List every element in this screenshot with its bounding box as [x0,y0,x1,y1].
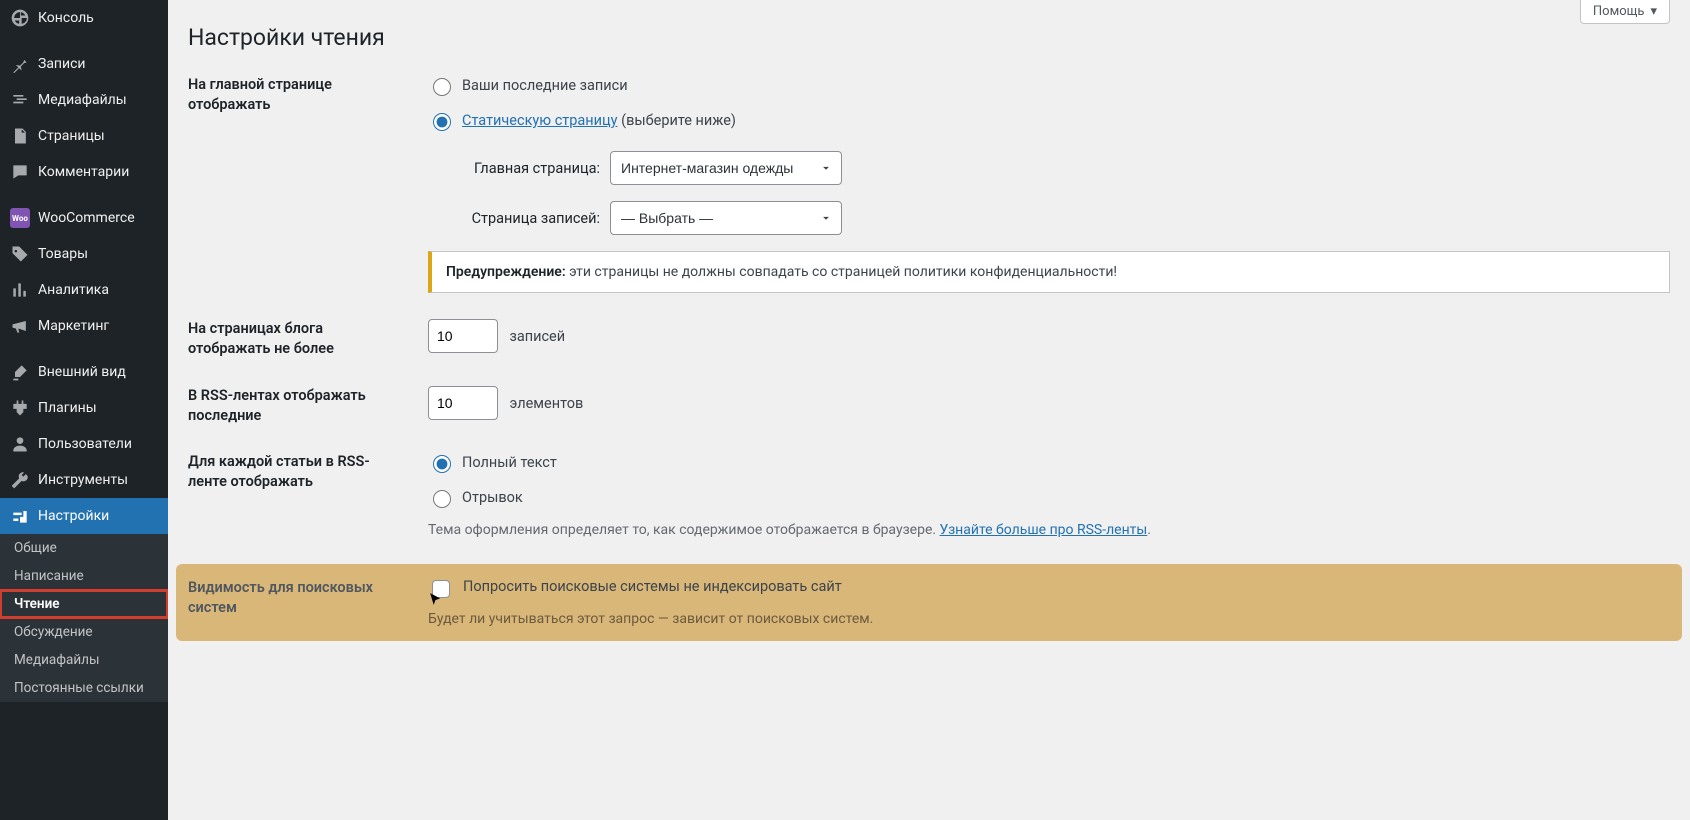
posts-per-page-suffix: записей [509,328,565,345]
submenu-permalinks[interactable]: Постоянные ссылки [0,674,168,702]
posts-page-select-label: Страница записей: [450,210,610,227]
user-icon [10,434,30,454]
sidebar-item-media[interactable]: Медиафайлы [0,82,168,118]
row-blog-pages: На страницах блога отображать не более з… [188,319,1670,360]
sidebar-label: Товары [38,246,88,262]
media-icon [10,90,30,110]
radio-latest-posts-input[interactable] [433,78,451,96]
main-content: Помощь ▾ Настройки чтения На главной стр… [168,0,1690,820]
sidebar-label: Плагины [38,400,97,416]
help-tab[interactable]: Помощь ▾ [1580,0,1670,24]
sidebar-label: WooCommerce [38,210,135,226]
sidebar-label: Аналитика [38,282,109,298]
sidebar-item-comments[interactable]: Комментарии [0,154,168,190]
row-front-page: На главной странице отображать Ваши посл… [188,75,1670,293]
submenu-reading[interactable]: Чтение [0,590,168,618]
submenu-discussion[interactable]: Обсуждение [0,618,168,646]
warning-text: эти страницы не должны совпадать со стра… [566,264,1117,280]
sidebar-item-marketing[interactable]: Маркетинг [0,308,168,344]
radio-excerpt[interactable]: Отрывок [428,487,1670,508]
search-visibility-text: Попросить поисковые системы не индексиро… [463,578,842,595]
sidebar-item-appearance[interactable]: Внешний вид [0,354,168,390]
radio-full-text[interactable]: Полный текст [428,452,1670,473]
sidebar-item-settings[interactable]: Настройки [0,498,168,534]
rss-desc-suffix: . [1147,522,1151,538]
sidebar-item-woocommerce[interactable]: Woo WooCommerce [0,200,168,236]
radio-excerpt-input[interactable] [433,490,451,508]
warning-strong: Предупреждение: [446,264,566,280]
privacy-warning-notice: Предупреждение: эти страницы не должны с… [428,251,1670,293]
rss-items-heading: В RSS-лентах отображать последние [188,386,428,427]
homepage-select[interactable]: Интернет-магазин одежды [610,151,842,185]
homepage-select-label: Главная страница: [450,160,610,177]
search-visibility-desc: Будет ли учитываться этот запрос — завис… [428,611,1670,627]
radio-static-page-paren: (выберите ниже) [621,112,736,129]
sidebar-item-users[interactable]: Пользователи [0,426,168,462]
radio-full-text-input[interactable] [433,455,451,473]
submenu-general[interactable]: Общие [0,534,168,562]
plugin-icon [10,398,30,418]
search-visibility-heading: Видимость для поисковых систем [188,578,428,619]
sidebar-label: Комментарии [38,164,129,180]
posts-page-select[interactable]: — Выбрать — [610,201,842,235]
sidebar-item-plugins[interactable]: Плагины [0,390,168,426]
radio-static-page-input[interactable] [433,113,451,131]
sidebar-item-analytics[interactable]: Аналитика [0,272,168,308]
rss-desc-link[interactable]: Узнайте больше про RSS-ленты [940,522,1148,538]
submenu-media[interactable]: Медиафайлы [0,646,168,674]
comment-icon [10,162,30,182]
sidebar-label: Страницы [38,128,105,144]
rss-items-suffix: элементов [509,395,583,412]
radio-latest-posts[interactable]: Ваши последние записи [428,75,1670,96]
sidebar-label: Инструменты [38,472,128,488]
woo-icon: Woo [10,208,30,228]
rss-desc-prefix: Тема оформления определяет то, как содер… [428,522,940,538]
sidebar-label: Настройки [38,508,109,524]
row-rss-content: Для каждой статьи в RSS-ленте отображать… [188,452,1670,538]
row-rss-items: В RSS-лентах отображать последние элемен… [188,386,1670,427]
blog-pages-heading: На страницах блога отображать не более [188,319,428,360]
rss-content-desc: Тема оформления определяет то, как содер… [428,522,1670,538]
sidebar-item-posts[interactable]: Записи [0,46,168,82]
sidebar-label: Внешний вид [38,364,126,380]
settings-submenu: Общие Написание Чтение Обсуждение Медиаф… [0,534,168,702]
help-label: Помощь [1593,4,1645,19]
radio-excerpt-label: Отрывок [462,489,523,506]
chevron-down-icon: ▾ [1650,4,1657,19]
sidebar-item-pages[interactable]: Страницы [0,118,168,154]
submenu-writing[interactable]: Написание [0,562,168,590]
wrench-icon [10,470,30,490]
settings-icon [10,506,30,526]
sidebar-item-tools[interactable]: Инструменты [0,462,168,498]
sidebar-label: Консоль [38,10,94,26]
tag-icon [10,244,30,264]
sidebar-label: Пользователи [38,436,132,452]
admin-sidebar: Консоль Записи Медиафайлы Страницы Комме… [0,0,168,820]
sidebar-label: Маркетинг [38,318,109,334]
radio-static-page[interactable]: Статическую страницу (выберите ниже) [428,110,1670,131]
row-search-visibility: Видимость для поисковых систем Попросить… [176,564,1682,641]
dashboard-icon [10,8,30,28]
sidebar-label: Записи [38,56,86,72]
radio-static-page-link[interactable]: Статическую страницу [462,112,618,129]
radio-latest-posts-label: Ваши последние записи [462,77,628,94]
rss-items-input[interactable] [428,386,498,420]
megaphone-icon [10,316,30,336]
sidebar-item-dashboard[interactable]: Консоль [0,0,168,36]
posts-per-page-input[interactable] [428,319,498,353]
radio-full-text-label: Полный текст [462,454,557,471]
sidebar-item-products[interactable]: Товары [0,236,168,272]
rss-content-heading: Для каждой статьи в RSS-ленте отображать [188,452,428,493]
pin-icon [10,54,30,74]
page-icon [10,126,30,146]
chart-icon [10,280,30,300]
cursor-icon [428,578,446,596]
front-page-heading: На главной странице отображать [188,75,428,116]
search-visibility-checkbox-label[interactable]: Попросить поисковые системы не индексиро… [428,578,1670,605]
brush-icon [10,362,30,382]
page-title: Настройки чтения [188,24,1670,51]
sidebar-label: Медиафайлы [38,92,127,108]
